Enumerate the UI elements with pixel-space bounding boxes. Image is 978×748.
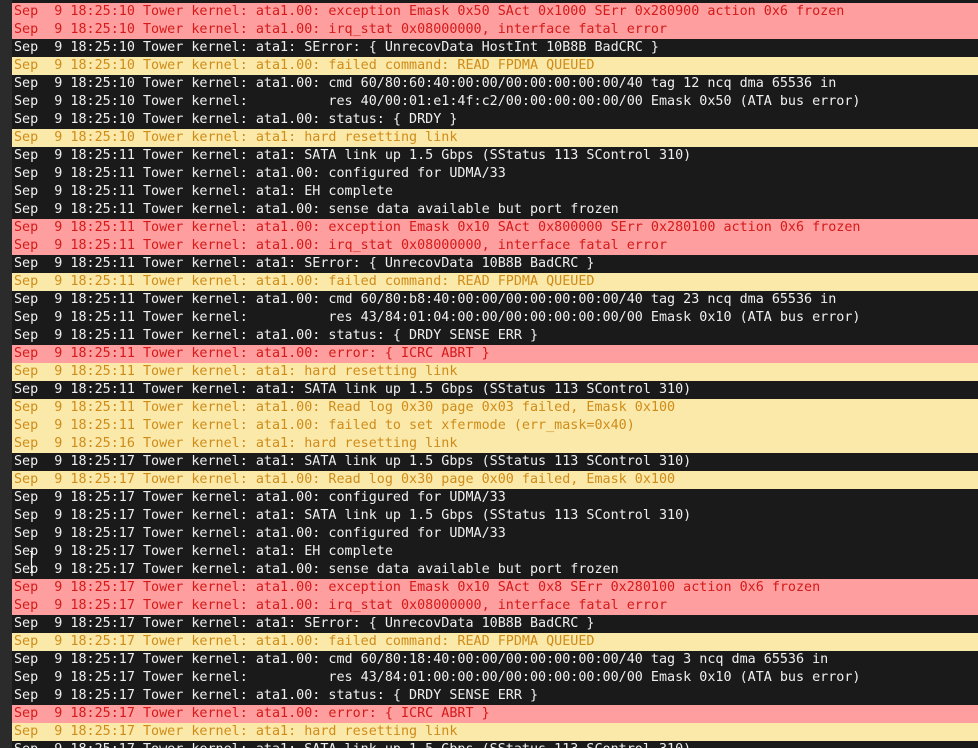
log-line: Sep 9 18:25:17 Tower kernel: ata1: EH co… (12, 543, 978, 561)
log-line: Sep 9 18:25:17 Tower kernel: res 43/84:0… (12, 669, 978, 687)
log-line: Sep 9 18:25:11 Tower kernel: ata1.00: st… (12, 327, 978, 345)
log-line: Sep 9 18:25:17 Tower kernel: ata1.00: st… (12, 687, 978, 705)
log-line-warning: Sep 9 18:25:10 Tower kernel: ata1: hard … (12, 129, 978, 147)
log-line: Sep 9 18:25:17 Tower kernel: ata1: SATA … (12, 741, 978, 748)
text-ibeam-cursor-icon (30, 551, 33, 573)
log-viewer[interactable]: Sep 9 18:25:10 Tower kernel: ata1.00: ex… (0, 0, 978, 748)
log-line: Sep 9 18:25:17 Tower kernel: ata1.00: cm… (12, 651, 978, 669)
log-line: Sep 9 18:25:11 Tower kernel: ata1: SATA … (12, 381, 978, 399)
log-line-warning: Sep 9 18:25:11 Tower kernel: ata1.00: fa… (12, 417, 978, 435)
syslog-output[interactable]: Sep 9 18:25:10 Tower kernel: ata1.00: ex… (12, 3, 978, 748)
log-line: Sep 9 18:25:10 Tower kernel: res 40/00:0… (12, 93, 978, 111)
log-line: Sep 9 18:25:17 Tower kernel: ata1: SATA … (12, 453, 978, 471)
log-line-error: Sep 9 18:25:11 Tower kernel: ata1.00: er… (12, 345, 978, 363)
log-line-warning: Sep 9 18:25:16 Tower kernel: ata1: hard … (12, 435, 978, 453)
line-gutter (0, 0, 12, 748)
log-line-error: Sep 9 18:25:17 Tower kernel: ata1.00: er… (12, 705, 978, 723)
log-line-error: Sep 9 18:25:10 Tower kernel: ata1.00: ir… (12, 21, 978, 39)
log-line: Sep 9 18:25:17 Tower kernel: ata1.00: co… (12, 525, 978, 543)
log-line: Sep 9 18:25:17 Tower kernel: ata1.00: co… (12, 489, 978, 507)
log-line: Sep 9 18:25:10 Tower kernel: ata1: SErro… (12, 39, 978, 57)
log-line-error: Sep 9 18:25:11 Tower kernel: ata1.00: ex… (12, 219, 978, 237)
log-line: Sep 9 18:25:17 Tower kernel: ata1.00: se… (12, 561, 978, 579)
log-line-warning: Sep 9 18:25:10 Tower kernel: ata1.00: fa… (12, 57, 978, 75)
log-line: Sep 9 18:25:11 Tower kernel: ata1: SErro… (12, 255, 978, 273)
log-line: Sep 9 18:25:11 Tower kernel: ata1.00: se… (12, 201, 978, 219)
log-line: Sep 9 18:25:10 Tower kernel: ata1.00: st… (12, 111, 978, 129)
log-line-warning: Sep 9 18:25:11 Tower kernel: ata1: hard … (12, 363, 978, 381)
log-line: Sep 9 18:25:11 Tower kernel: ata1.00: cm… (12, 291, 978, 309)
log-line: Sep 9 18:25:17 Tower kernel: ata1: SErro… (12, 615, 978, 633)
log-line: Sep 9 18:25:17 Tower kernel: ata1: SATA … (12, 507, 978, 525)
log-line-warning: Sep 9 18:25:17 Tower kernel: ata1: hard … (12, 723, 978, 741)
log-line-warning: Sep 9 18:25:17 Tower kernel: ata1.00: fa… (12, 633, 978, 651)
log-line-error: Sep 9 18:25:11 Tower kernel: ata1.00: ir… (12, 237, 978, 255)
log-line-error: Sep 9 18:25:17 Tower kernel: ata1.00: ir… (12, 597, 978, 615)
log-line-warning: Sep 9 18:25:17 Tower kernel: ata1.00: Re… (12, 471, 978, 489)
log-line-error: Sep 9 18:25:17 Tower kernel: ata1.00: ex… (12, 579, 978, 597)
log-line: Sep 9 18:25:11 Tower kernel: ata1: EH co… (12, 183, 978, 201)
log-line: Sep 9 18:25:10 Tower kernel: ata1.00: cm… (12, 75, 978, 93)
log-line: Sep 9 18:25:11 Tower kernel: res 43/84:0… (12, 309, 978, 327)
log-line: Sep 9 18:25:11 Tower kernel: ata1.00: co… (12, 165, 978, 183)
log-line: Sep 9 18:25:11 Tower kernel: ata1: SATA … (12, 147, 978, 165)
log-line-warning: Sep 9 18:25:11 Tower kernel: ata1.00: fa… (12, 273, 978, 291)
log-line-warning: Sep 9 18:25:11 Tower kernel: ata1.00: Re… (12, 399, 978, 417)
log-line-error: Sep 9 18:25:10 Tower kernel: ata1.00: ex… (12, 3, 978, 21)
